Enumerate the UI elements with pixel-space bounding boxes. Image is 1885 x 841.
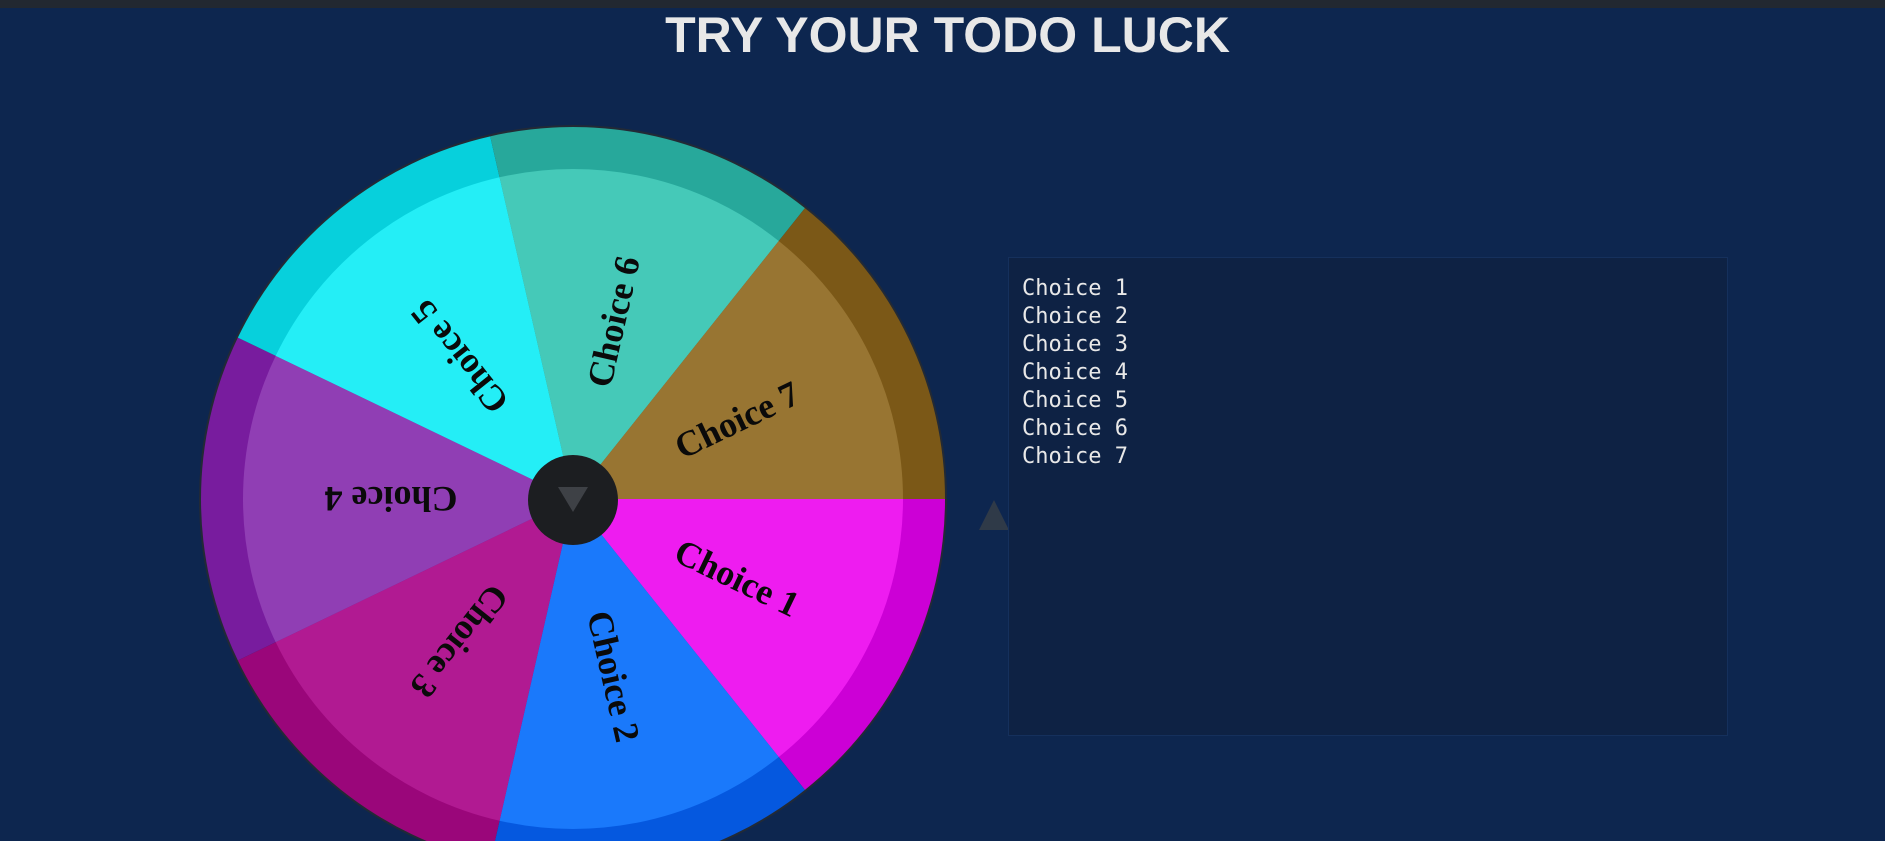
- spin-button[interactable]: [528, 455, 618, 545]
- choice-line: Choice 6: [1022, 416, 1128, 441]
- choice-line: Choice 3: [1022, 332, 1128, 357]
- wheel-segment-label: Choice 4: [325, 479, 458, 519]
- choice-line: Choice 1: [1022, 276, 1128, 301]
- wheel-area: Choice 1 Choice 2 Choice 3 Choice 4 Choice 5…: [0, 0, 1000, 841]
- spin-wheel[interactable]: Choice 1Choice 2Choice 3Choice 4Choice 5…: [0, 0, 1000, 841]
- choice-line: Choice 2: [1022, 304, 1128, 329]
- choices-list: Choice 1 Choice 2 Choice 3 Choice 4 Choice 5…: [1022, 275, 1714, 471]
- choice-line: Choice 5: [1022, 388, 1128, 413]
- choice-line: Choice 4: [1022, 360, 1128, 385]
- choices-textarea[interactable]: Choice 1 Choice 2 Choice 3 Choice 4 Choice 5…: [1008, 257, 1728, 736]
- pointer-triangle-icon: [979, 500, 1009, 530]
- choice-line: Choice 7: [1022, 444, 1128, 469]
